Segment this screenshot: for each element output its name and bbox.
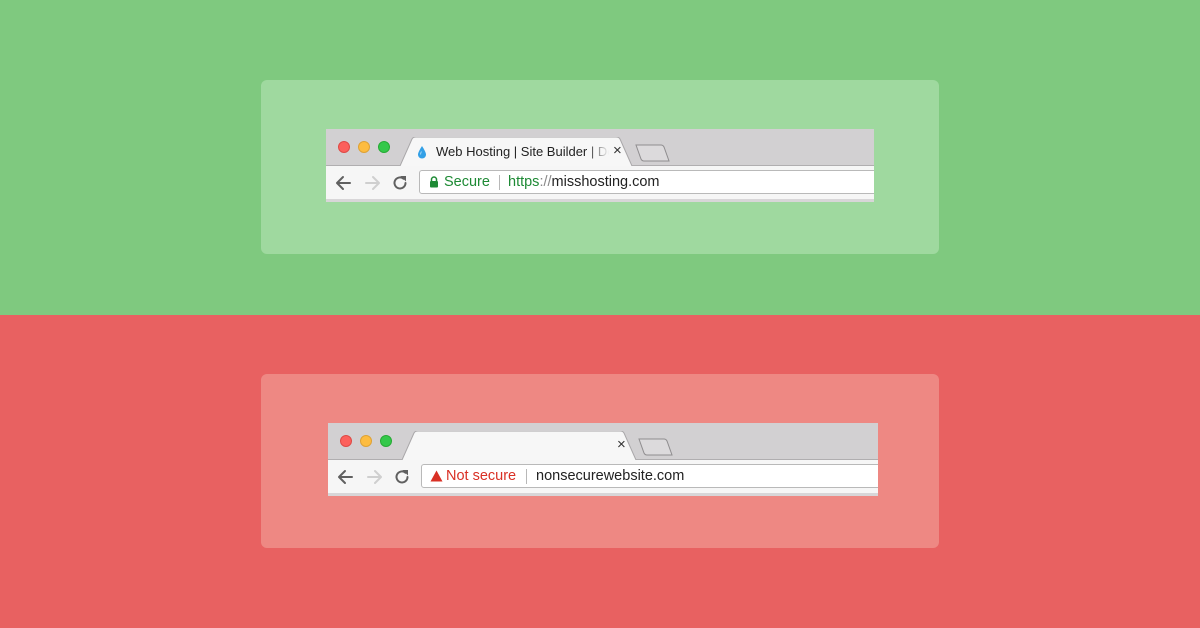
insecure-section: × Not secure nonsecurewebsite.com [0,315,1200,628]
forward-arrow-icon[interactable] [362,173,382,193]
window-minimize-icon[interactable] [360,435,372,447]
address-bar[interactable]: Secure https://misshosting.com [419,170,874,194]
window-close-icon[interactable] [338,141,350,153]
insecure-browser-window: × Not secure nonsecurewebsite.com [328,423,878,496]
url-scheme: https [508,174,540,190]
url-host: nonsecurewebsite.com [536,468,685,484]
window-close-icon[interactable] [340,435,352,447]
browser-tab[interactable]: Web Hosting | Site Builder | Do × [400,137,634,166]
reload-icon[interactable] [390,173,410,193]
forward-arrow-icon[interactable] [364,467,384,487]
tab-title: Web Hosting | Site Builder | Do [436,144,609,159]
address-bar[interactable]: Not secure nonsecurewebsite.com [421,464,878,488]
window-zoom-icon[interactable] [380,435,392,447]
url-host: misshosting.com [551,174,660,190]
back-arrow-icon[interactable] [334,173,354,193]
address-bar-divider [499,175,500,190]
tab-strip: Web Hosting | Site Builder | Do × [326,129,874,166]
security-status-label: Secure [444,174,490,190]
secure-browser-window: Web Hosting | Site Builder | Do × Secure… [326,129,874,202]
tab-title-fade [587,144,609,159]
reload-icon[interactable] [392,467,412,487]
window-zoom-icon[interactable] [378,141,390,153]
secure-card: Web Hosting | Site Builder | Do × Secure… [261,80,939,254]
url-text: https://misshosting.com [508,174,660,190]
secure-section: Web Hosting | Site Builder | Do × Secure… [0,0,1200,315]
lock-icon [430,176,438,188]
tab-close-icon[interactable]: × [613,142,622,160]
toolbar: Not secure nonsecurewebsite.com [328,460,878,496]
tab-shape [402,431,637,460]
insecure-card: × Not secure nonsecurewebsite.com [261,374,939,548]
new-tab-button[interactable] [638,438,674,456]
address-bar-divider [526,469,527,484]
toolbar: Secure https://misshosting.com [326,166,874,202]
window-minimize-icon[interactable] [358,141,370,153]
tab-strip: × [328,423,878,460]
warning-triangle-icon [430,470,443,482]
tab-title-text: Web Hosting | Site Builder | Do [436,144,609,159]
droplet-icon [418,146,426,159]
new-tab-button[interactable] [635,144,671,162]
back-arrow-icon[interactable] [336,467,356,487]
security-status-label: Not secure [446,468,517,484]
tab-close-icon[interactable]: × [617,436,626,454]
browser-tab[interactable]: × [402,431,638,460]
url-scheme-separator: :// [539,174,552,190]
